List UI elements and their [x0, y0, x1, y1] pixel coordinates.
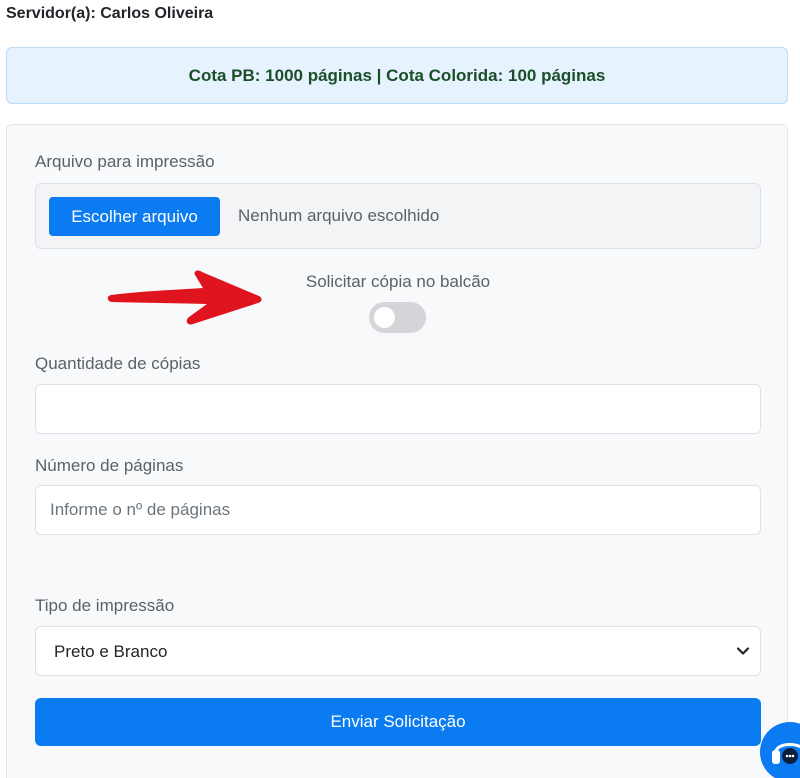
counter-copy-label: Solicitar cópia no balcão [305, 272, 491, 291]
copies-label: Quantidade de cópias [35, 354, 201, 373]
choose-file-button[interactable]: Escolher arquivo [49, 197, 220, 236]
print-request-page: Servidor(a): Carlos Oliveira Cota PB: 10… [0, 0, 800, 778]
quota-banner: Cota PB: 1000 páginas | Cota Colorida: 1… [6, 47, 788, 104]
pages-input[interactable] [35, 485, 761, 535]
copies-input[interactable] [35, 384, 761, 434]
file-input[interactable]: Escolher arquivo Nenhum arquivo escolhid… [35, 183, 761, 249]
print-type-select[interactable]: Preto e Branco [35, 626, 761, 676]
print-type-value: Preto e Branco [54, 642, 168, 661]
print-type-label: Tipo de impressão [35, 596, 175, 615]
pages-label: Número de páginas [35, 456, 184, 475]
toggle-knob [374, 307, 395, 328]
file-status: Nenhum arquivo escolhido [238, 206, 440, 225]
server-name: Servidor(a): Carlos Oliveira [6, 5, 214, 22]
quota-text: Cota PB: 1000 páginas | Cota Colorida: 1… [188, 65, 606, 85]
submit-button[interactable]: Enviar Solicitação [35, 698, 761, 746]
chevron-down-icon [736, 647, 750, 655]
print-request-form: Arquivo para impressão Escolher arquivo … [6, 124, 788, 778]
file-label: Arquivo para impressão [35, 152, 215, 171]
counter-copy-toggle[interactable] [369, 302, 426, 333]
